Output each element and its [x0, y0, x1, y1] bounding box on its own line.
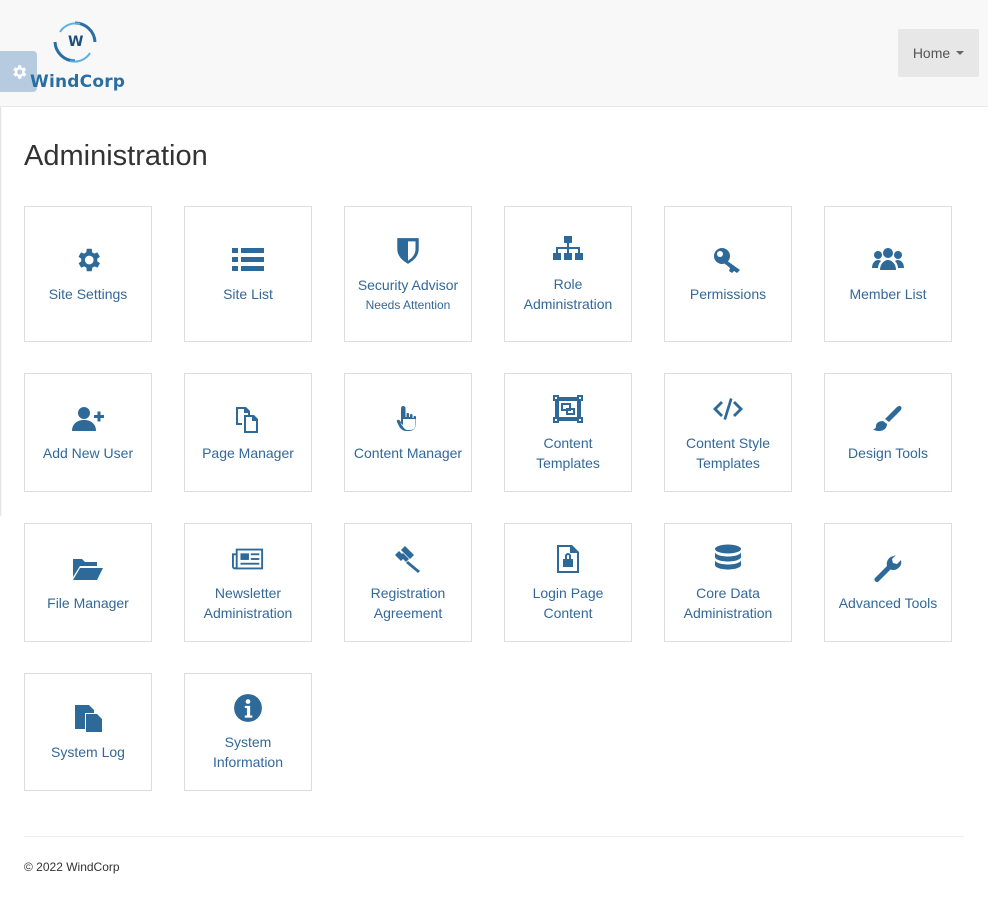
tile-label: Login Page Content: [532, 584, 604, 621]
tile-advanced-tools[interactable]: Advanced Tools: [824, 523, 952, 642]
paint-brush-icon: [873, 405, 902, 431]
copy-icon: [75, 705, 102, 732]
wrench-icon: [874, 554, 902, 582]
gear-icon: [12, 64, 26, 79]
tile-label: Permissions: [689, 286, 767, 302]
list-icon: [232, 248, 264, 271]
tile-site-settings[interactable]: Site Settings: [24, 206, 152, 342]
tile-member-list[interactable]: Member List: [824, 206, 952, 342]
tile-registration-agreement[interactable]: Registration Agreement: [344, 523, 472, 642]
database-icon: [715, 544, 741, 569]
tile-content-templates[interactable]: Content Templates: [504, 373, 632, 492]
tile-label: System Log: [51, 744, 125, 760]
tile-role-administration[interactable]: Role Administration: [504, 206, 632, 342]
tile-label: Member List: [849, 286, 927, 302]
footer-divider: [24, 836, 964, 837]
tile-core-data-administration[interactable]: Core Data Administration: [664, 523, 792, 642]
file-lock-icon: [557, 544, 579, 573]
page-title: Administration: [24, 140, 208, 172]
gear-icon: [78, 248, 100, 272]
pages-icon: [236, 406, 258, 433]
tile-system-information[interactable]: System Information: [184, 673, 312, 791]
tile-file-manager[interactable]: File Manager: [24, 523, 152, 642]
logo-letter: W: [68, 34, 84, 50]
tile-page-manager[interactable]: Page Manager: [184, 373, 312, 492]
tile-content-manager[interactable]: Content Manager: [344, 373, 472, 492]
user-plus-icon: [72, 406, 104, 431]
newspaper-icon: [232, 548, 264, 569]
tile-label: Page Manager: [202, 444, 294, 461]
tile-label: Content Templates: [536, 434, 600, 471]
tile-label: Add New User: [42, 444, 134, 461]
footer-copyright: © 2022 WindCorp: [24, 860, 120, 874]
info-circle-icon: [234, 694, 262, 722]
tile-label: Advanced Tools: [838, 594, 938, 611]
users-icon: [872, 248, 904, 270]
tile-newsletter-administration[interactable]: Newsletter Administration: [184, 523, 312, 642]
tile-label: System Information: [212, 734, 284, 770]
tile-security-advisor[interactable]: Security Advisor Needs Attention: [344, 206, 472, 342]
shield-icon: [397, 238, 419, 264]
windcorp-logo[interactable]: W WindCorp: [30, 20, 125, 92]
gavel-icon: [395, 545, 420, 573]
tile-label: Role Administration: [523, 276, 613, 312]
tile-permissions[interactable]: Permissions: [664, 206, 792, 342]
tile-label: Site Settings: [48, 286, 128, 302]
key-icon: [714, 248, 740, 273]
tile-status: Needs Attention: [365, 298, 451, 312]
tile-label: Core Data Administration: [683, 584, 773, 621]
left-edge-shadow: [0, 106, 2, 516]
tile-label: Design Tools: [848, 444, 928, 461]
folder-open-icon: [73, 558, 103, 580]
tile-label: Security Advisor: [357, 277, 459, 293]
tile-site-list[interactable]: Site List: [184, 206, 312, 342]
tile-label: Content Manager: [353, 444, 463, 461]
tile-label: Newsletter Administration: [203, 584, 293, 621]
object-group-icon: [553, 394, 583, 423]
hand-pointer-icon: [396, 405, 416, 431]
tile-content-style-templates[interactable]: Content Style Templates: [664, 373, 792, 492]
tile-label: Site List: [223, 286, 273, 302]
code-icon: [713, 397, 743, 420]
sitemap-icon: [553, 236, 583, 260]
tile-system-log[interactable]: System Log: [24, 673, 152, 791]
home-label: Home: [912, 45, 951, 61]
tile-design-tools[interactable]: Design Tools: [824, 373, 952, 492]
tile-label: Content Style Templates: [685, 434, 771, 471]
caret-down-icon: [956, 51, 965, 55]
tile-label: File Manager: [47, 594, 129, 611]
top-navbar: W WindCorp Home: [0, 0, 988, 107]
tile-login-page-content[interactable]: Login Page Content: [504, 523, 632, 642]
logo-text: WindCorp: [30, 72, 126, 92]
home-dropdown[interactable]: Home: [898, 29, 979, 77]
tile-label: Registration Agreement: [370, 584, 446, 621]
tile-add-new-user[interactable]: Add New User: [24, 373, 152, 492]
